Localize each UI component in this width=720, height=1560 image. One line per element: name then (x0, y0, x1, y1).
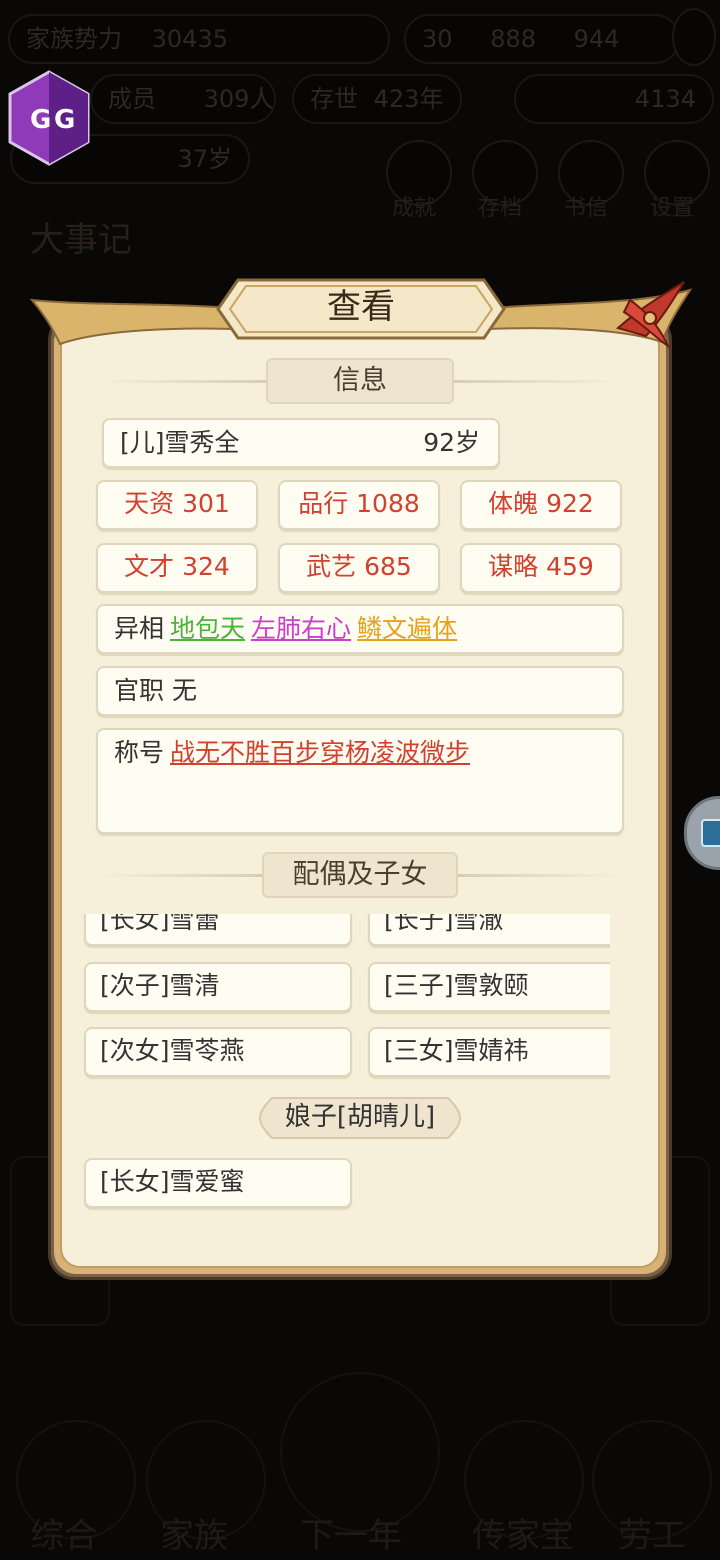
child-item[interactable]: [长女]雪爱蜜 (84, 1158, 352, 1208)
lifespan-pill: 存世 423年 (292, 74, 462, 124)
trait-3[interactable]: 鳞文遍体 (357, 614, 457, 643)
info-section-title: 信息 (266, 358, 454, 404)
stat-conduct: 品行 1088 (278, 480, 440, 530)
child-item[interactable]: [次女]雪苓燕 (84, 1027, 352, 1077)
stat-physique: 体魄 922 (460, 480, 622, 530)
nav-label-5: 劳工 (618, 1516, 686, 1556)
power-label: 家族势力 (26, 25, 122, 53)
dialog-title: 查看 (327, 287, 395, 327)
family-scroll-list[interactable]: [长女]雪蕾 [长子]雪澈 [次子]雪清 [三子]雪敦颐 [次女]雪苓燕 [三女… (50, 914, 610, 1244)
child-item[interactable]: [长子]雪澈 (368, 914, 610, 946)
currency-3: 944 (573, 25, 620, 53)
gold-value: 4134 (634, 85, 696, 113)
currency-2: 888 (490, 25, 536, 53)
events-title: 大事记 (30, 220, 132, 260)
members-label: 成员 (108, 85, 156, 113)
lifespan-label: 存世 (310, 85, 358, 113)
age-value: 37岁 (177, 145, 232, 173)
honor-card: 称号 战无不胜百步穿杨凌波微步 (96, 728, 624, 834)
members-value: 309人 (203, 85, 274, 113)
traits-label: 异相 (114, 614, 165, 643)
child-item[interactable]: [三女]雪婧祎 (368, 1027, 610, 1077)
lifespan-value: 423年 (373, 85, 444, 113)
child-item[interactable]: [次子]雪清 (84, 962, 352, 1012)
person-age: 92岁 (423, 428, 480, 457)
spouse-name[interactable]: 娘子[胡晴儿] (258, 1096, 462, 1140)
office-label: 官职 (114, 676, 165, 705)
nav-label-1: 综合 (30, 1516, 98, 1556)
close-icon[interactable] (610, 276, 690, 352)
child-item[interactable]: [三子]雪敦颐 (368, 962, 610, 1012)
nav-label-3: 下一年 (300, 1516, 402, 1556)
round-label-1: 成就 (392, 196, 437, 221)
gold-pill: 4134 (514, 74, 714, 124)
child-item[interactable]: [长女]雪蕾 (84, 914, 352, 946)
family-section-title: 配偶及子女 (262, 852, 458, 898)
nav-label-2: 家族 (160, 1516, 228, 1556)
floating-tool-icon (701, 819, 720, 847)
round-label-4: 设置 (650, 196, 695, 221)
trait-1[interactable]: 地包天 (170, 614, 245, 643)
stat-strategy: 谋略 459 (460, 543, 622, 593)
stat-literacy: 文才 324 (96, 543, 258, 593)
trait-2[interactable]: 左肺右心 (251, 614, 351, 643)
svg-text:G: G (54, 105, 75, 135)
help-button (672, 8, 716, 66)
round-label-2: 存档 (478, 196, 523, 221)
currency-1: 30 (422, 25, 453, 53)
office-card: 官职 无 (96, 666, 624, 716)
round-label-3: 书信 (564, 196, 609, 221)
info-section-header: 信息 (96, 358, 624, 404)
family-section-header: 配偶及子女 (96, 852, 624, 898)
currency-pill: 30 888 944 (404, 14, 680, 64)
members-pill: 成员 309人 (90, 74, 276, 124)
stat-martial: 武艺 685 (278, 543, 440, 593)
svg-text:G: G (30, 105, 51, 135)
office-value: 无 (171, 676, 197, 705)
stat-talent: 天资 301 (96, 480, 258, 530)
gamegardian-logo-icon[interactable]: G G (8, 70, 90, 166)
power-value: 30435 (151, 25, 228, 53)
honor-label: 称号 (114, 738, 165, 767)
honor-values[interactable]: 战无不胜百步穿杨凌波微步 (170, 738, 470, 767)
traits-card: 异相 地包天 左肺右心 鳞文遍体 (96, 604, 624, 654)
nav-label-4: 传家宝 (472, 1516, 574, 1556)
person-card: [儿]雪秀全 92岁 (102, 418, 500, 468)
person-name: [儿]雪秀全 (120, 428, 240, 457)
power-pill: 家族势力 30435 (8, 14, 390, 64)
